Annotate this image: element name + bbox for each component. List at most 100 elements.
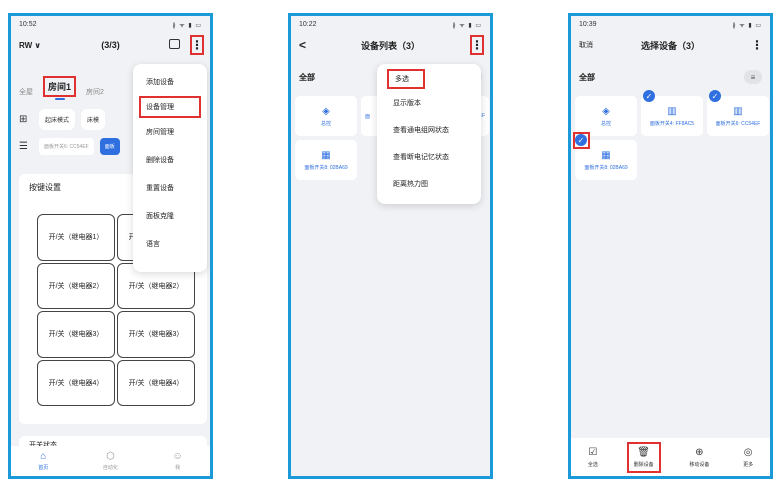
- action-bar: ☑ 全选 🗑 删除设备 ⊕ 移动设备 ◎ 更多: [571, 438, 770, 476]
- status-bar: 10:22 ∦ ᯤ ▮ ▭: [291, 16, 490, 33]
- menu-item-multi-select[interactable]: 多选: [387, 69, 425, 89]
- menu-item-add-device[interactable]: 添加设备: [133, 68, 207, 96]
- room-tab-all[interactable]: 全屋: [19, 87, 33, 97]
- status-icons: ∦ ᯤ ▮ ▭: [172, 22, 202, 29]
- status-icons: ∦ ᯤ ▮ ▭: [452, 22, 482, 29]
- scene-chip-wakeup[interactable]: 起床模式: [39, 109, 76, 130]
- action-label: 删除设备: [633, 461, 654, 468]
- menu-item-heatmap[interactable]: 距离热力图: [377, 170, 481, 197]
- more-icon[interactable]: ⋮: [190, 35, 204, 55]
- home-selector[interactable]: RW ∨: [19, 41, 41, 50]
- master-control-icon: ◈: [602, 105, 610, 117]
- back-icon[interactable]: <: [299, 38, 306, 52]
- panel-switch-icon: ▦: [601, 149, 611, 161]
- move-icon: ⊕: [695, 446, 704, 458]
- menu-item-network-status[interactable]: 查看通电组网状态: [377, 116, 481, 143]
- device-tile-panel[interactable]: ▦ 面板开关8: 02BA69: [295, 140, 357, 180]
- device-chip-active[interactable]: 面板: [99, 138, 120, 155]
- selected-check-icon[interactable]: ✓: [575, 134, 587, 146]
- action-label: 更多: [743, 461, 754, 468]
- key-button[interactable]: 开/关（继电器3）: [37, 311, 115, 358]
- tab-me[interactable]: ☺ 我: [172, 451, 182, 471]
- device-tile-panel[interactable]: ▥ 面板开关6: CC54EF: [707, 96, 769, 136]
- menu-item-delete-device[interactable]: 删除设备: [133, 146, 207, 174]
- panel-switch-icon: ▥: [733, 105, 743, 117]
- device-label: 面板开关6: CC54EF: [715, 120, 761, 127]
- room-tab-room1[interactable]: 房间1: [43, 76, 77, 100]
- selected-check-icon[interactable]: ✓: [643, 90, 655, 102]
- key-button[interactable]: 开/关（继电器4）: [117, 359, 195, 406]
- delete-device-button[interactable]: 🗑 删除设备: [626, 441, 661, 473]
- view-toggle-icon[interactable]: ≡: [744, 70, 762, 84]
- device-label: 面板开关8: 02BA69: [584, 164, 628, 171]
- panel-switch-icon: ▥: [667, 105, 677, 117]
- status-time: 10:52: [19, 21, 37, 28]
- menu-item-language[interactable]: 语言: [133, 230, 207, 258]
- screen-device-list: 10:22 ∦ ᯤ ▮ ▭ < 设备列表（3） ⋮ 全部 ≡ ◈ 总控 面 EF…: [288, 13, 493, 479]
- tab-automation[interactable]: ⬡ 自动化: [103, 451, 118, 471]
- automation-icon: ⬡: [106, 451, 115, 462]
- tab-label: 首页: [38, 465, 49, 471]
- more-icon[interactable]: ⋮: [750, 35, 764, 55]
- device-tile-master[interactable]: ◈ 总控: [575, 96, 637, 136]
- status-time: 10:39: [579, 21, 597, 28]
- more-layers-icon: ◎: [743, 446, 753, 458]
- more-icon[interactable]: ⋮: [470, 35, 484, 55]
- panel-switch-icon: ▦: [321, 149, 331, 161]
- section-header: 全部 ≡: [571, 57, 770, 87]
- more-menu: 多选 显示版本 查看通电组网状态 查看断电记忆状态 距离热力图: [377, 64, 481, 204]
- section-label: 全部: [299, 72, 315, 82]
- select-all-button[interactable]: ☑ 全选: [583, 444, 603, 471]
- room-tab-room2[interactable]: 房间2: [86, 87, 104, 97]
- device-tile-master[interactable]: ◈ 总控: [295, 96, 357, 136]
- profile-icon: ☺: [172, 451, 183, 462]
- status-bar: 10:39 ∦ ᯤ ▮ ▭: [571, 16, 770, 33]
- device-label: 面板开关4: FF8AC5: [649, 120, 695, 127]
- tab-home[interactable]: ⌂ 首页: [38, 451, 48, 471]
- bottom-tab-bar: ⌂ 首页 ⬡ 自动化 ☺ 我: [11, 446, 210, 476]
- home-icon: ⌂: [40, 451, 47, 462]
- menu-item-room-management[interactable]: 房间管理: [133, 118, 207, 146]
- top-bar: RW ∨ (3/3) ⋮: [11, 33, 210, 57]
- key-button[interactable]: 开/关（继电器2）: [37, 262, 115, 309]
- cancel-button[interactable]: 取消: [579, 40, 593, 50]
- more-menu: 添加设备 设备管理 房间管理 删除设备 重置设备 面板克隆 语言: [133, 64, 207, 272]
- device-chip[interactable]: 面板开关6: CC54EF: [39, 138, 94, 155]
- move-device-button[interactable]: ⊕ 移动设备: [684, 444, 714, 471]
- menu-item-device-management[interactable]: 设备管理: [139, 96, 201, 118]
- tab-label: 自动化: [102, 465, 118, 471]
- list-icon[interactable]: ☰: [19, 141, 33, 152]
- action-label: 移动设备: [689, 461, 710, 468]
- key-button[interactable]: 开/关（继电器4）: [37, 359, 115, 406]
- device-label: 总控: [320, 120, 331, 127]
- screen-device-management-menu: 10:52 ∦ ᯤ ▮ ▭ RW ∨ (3/3) ⋮ 全屋 房间1 房间2 ⊞ …: [8, 13, 213, 479]
- device-label: 面: [365, 113, 371, 120]
- trash-icon: 🗑: [637, 446, 650, 458]
- scan-icon[interactable]: [169, 39, 180, 49]
- key-button[interactable]: 开/关（继电器3）: [117, 311, 195, 358]
- top-bar: 取消 选择设备（3） ⋮: [571, 33, 770, 57]
- menu-item-show-version[interactable]: 显示版本: [377, 89, 481, 116]
- status-time: 10:22: [299, 21, 317, 28]
- select-all-icon: ☑: [588, 446, 598, 458]
- menu-item-panel-clone[interactable]: 面板克隆: [133, 202, 207, 230]
- status-bar: 10:52 ∦ ᯤ ▮ ▭: [11, 16, 210, 33]
- tab-label: 我: [175, 465, 181, 471]
- page-title: 选择设备（3）: [640, 40, 700, 51]
- selected-check-icon[interactable]: ✓: [709, 90, 721, 102]
- menu-item-reset-device[interactable]: 重置设备: [133, 174, 207, 202]
- menu-item-power-memory[interactable]: 查看断电记忆状态: [377, 143, 481, 170]
- device-tile-panel[interactable]: ▥ 面板开关4: FF8AC5: [641, 96, 703, 136]
- page-title: 设备列表（3）: [360, 40, 420, 51]
- status-icons: ∦ ᯤ ▮ ▭: [732, 22, 762, 29]
- key-button[interactable]: 开/关（继电器1）: [37, 214, 115, 261]
- scene-chip-partial[interactable]: 床模: [81, 109, 106, 130]
- add-scene-icon[interactable]: ⊞: [19, 114, 33, 125]
- device-label: 面板开关8: 02BA69: [304, 164, 348, 171]
- section-label: 全部: [579, 72, 595, 82]
- more-actions-button[interactable]: ◎ 更多: [738, 444, 758, 471]
- device-label: 总控: [600, 120, 611, 127]
- top-bar: < 设备列表（3） ⋮: [291, 33, 490, 57]
- master-control-icon: ◈: [322, 105, 330, 117]
- screen-select-devices: 10:39 ∦ ᯤ ▮ ▭ 取消 选择设备（3） ⋮ 全部 ≡ ◈ 总控 ▥ 面…: [568, 13, 773, 479]
